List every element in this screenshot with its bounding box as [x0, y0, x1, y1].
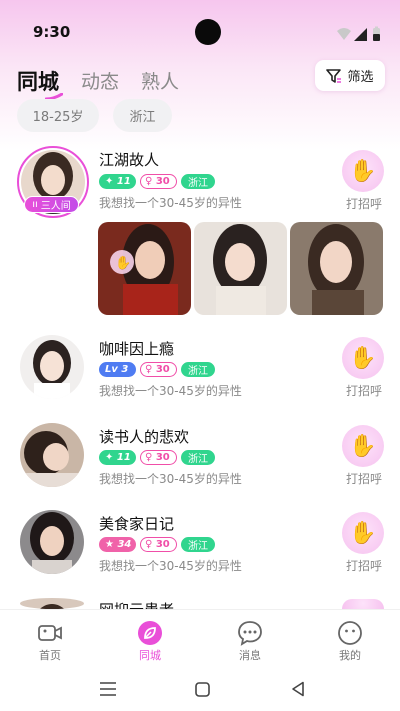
nav-label: 我的 [339, 649, 361, 662]
star-icon: ★ [105, 539, 114, 550]
filter-button[interactable]: 筛选 [315, 60, 385, 91]
diamond-icon: ✦ [105, 176, 114, 187]
avatar[interactable] [20, 510, 84, 574]
tab-moments[interactable]: 动态 [81, 69, 119, 95]
nav-home[interactable]: 首页 [10, 610, 90, 666]
user-photo[interactable]: ✋ [98, 222, 191, 315]
user-description: 我想找一个30-45岁的异性 [99, 472, 242, 486]
age-value: 30 [155, 176, 170, 187]
tab-local[interactable]: 同城 [17, 69, 63, 100]
age-badge: ♀ 30 [140, 174, 177, 189]
status-icons [337, 26, 380, 41]
age-value: 30 [155, 539, 170, 550]
audio-bars-icon: ıı [32, 199, 38, 210]
diamond-icon: ✦ [105, 452, 114, 463]
voice-room-badge: ıı 三人间 [24, 196, 79, 213]
user-name: 咖啡因上瘾 [99, 340, 175, 358]
status-bar: 9:30 [0, 0, 400, 62]
filter-label: 筛选 [347, 70, 374, 85]
wave-button[interactable]: ✋ [342, 337, 384, 379]
user-description: 我想找一个30-45岁的异性 [99, 384, 242, 398]
home-square-icon[interactable] [195, 682, 210, 697]
room-badge-label: 三人间 [40, 201, 71, 212]
user-name: 网抑云患者 [99, 599, 174, 609]
bottom-nav: 首页 同城 消息 我的 [0, 609, 400, 665]
age-badge: ♀ 30 [140, 450, 177, 465]
chat-icon [238, 621, 262, 646]
location-filter-chip[interactable]: 浙江 [113, 99, 172, 132]
nav-label: 消息 [239, 649, 261, 662]
leaf-icon [138, 621, 162, 645]
top-tabs: 同城 动态 熟人 [17, 61, 201, 100]
wave-hand-icon: ✋ [349, 158, 377, 184]
wave-button[interactable]: ✋ [342, 512, 384, 554]
location-badge: 浙江 [181, 362, 215, 377]
age-badge: ♀ 30 [140, 537, 177, 552]
smile-icon [338, 621, 362, 645]
back-triangle-icon[interactable] [291, 681, 305, 697]
wave-label[interactable]: 打招呼 [343, 470, 385, 487]
level-badge: ✦ 11 [99, 450, 136, 465]
level-badge: ✦ 11 [99, 174, 136, 189]
menu-icon[interactable] [99, 682, 117, 696]
level-badge: ★ 34 [99, 537, 136, 552]
wave-label[interactable]: 打招呼 [343, 557, 385, 574]
age-filter-chip[interactable]: 18-25岁 [17, 99, 99, 132]
user-description: 我想找一个30-45岁的异性 [99, 559, 242, 573]
location-badge: 浙江 [181, 174, 215, 189]
wave-hand-icon: ✋ [349, 433, 377, 459]
age-value: 30 [155, 364, 170, 375]
tab-label: 熟人 [141, 71, 180, 93]
level-value: 34 [117, 539, 132, 550]
video-icon [38, 625, 62, 641]
avatar[interactable] [20, 423, 84, 487]
user-tags: ★ 34 ♀ 30 浙江 [99, 537, 219, 552]
wave-label[interactable]: 打招呼 [343, 195, 385, 212]
wave-button[interactable]: ✋ [342, 425, 384, 467]
female-icon: ♀ [145, 176, 153, 187]
user-name: 读书人的悲欢 [99, 428, 190, 446]
location-badge: 浙江 [181, 537, 215, 552]
wave-hand-icon: ✋ [349, 345, 377, 371]
user-photo[interactable] [194, 222, 287, 315]
wave-label[interactable]: 打招呼 [343, 382, 385, 399]
wave-button[interactable] [342, 599, 384, 609]
tab-label: 动态 [81, 71, 120, 93]
camera-cutout [195, 19, 221, 45]
nav-label: 首页 [39, 649, 61, 662]
tab-acquaintances[interactable]: 熟人 [141, 69, 179, 95]
status-time: 9:30 [33, 23, 71, 41]
nav-local[interactable]: 同城 [110, 610, 190, 666]
level-value: 11 [116, 176, 131, 187]
user-tags: ✦ 11 ♀ 30 浙江 [99, 450, 219, 465]
user-photo[interactable] [290, 222, 383, 315]
tab-label: 同城 [17, 70, 59, 94]
age-value: 30 [155, 452, 170, 463]
avatar[interactable] [20, 598, 84, 609]
level-value: 11 [116, 452, 131, 463]
nav-label: 同城 [139, 649, 161, 662]
wifi-icon [337, 28, 351, 40]
female-icon: ♀ [145, 452, 153, 463]
user-tags: ✦ 11 ♀ 30 浙江 [99, 174, 219, 189]
nav-messages[interactable]: 消息 [210, 610, 290, 666]
location-badge: 浙江 [181, 450, 215, 465]
signal-icon [354, 28, 367, 41]
system-nav-bar [0, 665, 400, 711]
age-badge: ♀ 30 [140, 362, 177, 377]
battery-icon [373, 26, 380, 41]
wave-hand-icon: ✋ [349, 520, 377, 546]
user-description: 我想找一个30-45岁的异性 [99, 196, 242, 210]
female-icon: ♀ [145, 364, 153, 375]
female-icon: ♀ [145, 539, 153, 550]
nav-profile[interactable]: 我的 [310, 610, 390, 666]
user-name: 美食家日记 [99, 515, 175, 533]
avatar[interactable] [20, 335, 84, 399]
user-tags: Lv 3 ♀ 30 浙江 [99, 362, 219, 377]
filter-icon [326, 68, 342, 83]
svg-text:✋: ✋ [115, 255, 131, 271]
wave-button[interactable]: ✋ [342, 150, 384, 192]
user-name: 江湖故人 [99, 151, 160, 169]
level-badge: Lv 3 [99, 362, 136, 377]
